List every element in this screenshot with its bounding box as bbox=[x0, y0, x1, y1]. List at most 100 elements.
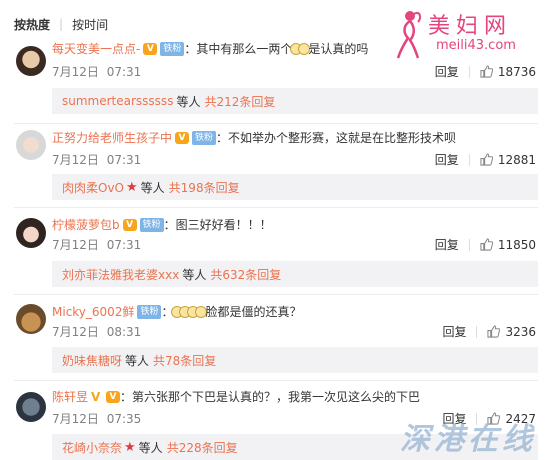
reply-count-link[interactable]: 共632条回复 bbox=[210, 266, 281, 283]
action-divider bbox=[468, 153, 470, 166]
comment-time: 07:31 bbox=[106, 65, 142, 79]
comment-divider bbox=[14, 294, 538, 295]
star-badge-icon: ★ bbox=[126, 179, 138, 195]
watermark-site-name: 美妇网 bbox=[428, 14, 513, 39]
verified-v-icon: V bbox=[91, 389, 101, 404]
like-count: 3236 bbox=[505, 324, 536, 339]
comment-date: 7月12日 bbox=[52, 412, 99, 426]
comment-date: 7月12日 bbox=[52, 153, 99, 167]
vip-badge-icon: V bbox=[143, 42, 158, 55]
like-button[interactable]: 12881 bbox=[480, 153, 536, 167]
star-badge-icon: ★ bbox=[124, 439, 136, 455]
comment-text: ：第六张那个下巴是认真的？，我第一次见这么尖的下巴 bbox=[120, 390, 421, 404]
reply-username[interactable]: summertearssssss bbox=[62, 94, 173, 108]
reply-etc-label: 等人 bbox=[176, 94, 201, 109]
reply-username[interactable]: 花崎小奈奈 bbox=[62, 439, 122, 456]
comment-time: 08:31 bbox=[106, 325, 142, 339]
comment-text: ：图三好好看！！！ bbox=[163, 218, 272, 232]
thumbs-up-icon bbox=[480, 65, 493, 78]
comment-username[interactable]: Micky_6002鲜 bbox=[52, 303, 134, 320]
reply-summary: 肉肉柔OvO ★ 等人 共198条回复 bbox=[52, 174, 538, 200]
sort-by-hot-tab[interactable]: 按热度 bbox=[14, 16, 50, 33]
comment-divider bbox=[14, 380, 538, 381]
watermark-site-url: meili43.com bbox=[436, 38, 516, 53]
fan-badge: 铁粉 bbox=[192, 130, 217, 145]
thumbs-up-icon bbox=[480, 238, 493, 251]
comment-timestamp: 7月12日 08:31 bbox=[52, 323, 141, 340]
reply-etc-label: 等人 bbox=[125, 353, 150, 368]
like-button[interactable]: 18736 bbox=[480, 65, 536, 79]
comment-actions: 回复 11850 bbox=[435, 236, 536, 253]
comment-actions: 回复 18736 bbox=[435, 63, 536, 80]
comment-username[interactable]: 柠檬菠萝包b bbox=[52, 216, 120, 233]
comment-actions: 回复 12881 bbox=[435, 151, 536, 168]
woman-silhouette-icon bbox=[396, 11, 422, 59]
vip-badge-icon: V bbox=[175, 131, 190, 144]
reply-button[interactable]: 回复 bbox=[435, 151, 459, 168]
vip-badge-icon: V bbox=[106, 390, 121, 403]
comment-date: 7月12日 bbox=[52, 65, 99, 79]
comment-timestamp: 7月12日 07:31 bbox=[52, 236, 141, 253]
comment-time: 07:31 bbox=[106, 153, 142, 167]
comment-timestamp: 7月12日 07:35 bbox=[52, 410, 141, 427]
reply-button[interactable]: 回复 bbox=[435, 236, 459, 253]
comment-body: 柠檬菠萝包b V 铁粉 ：图三好好看！！！ bbox=[52, 216, 272, 233]
comment-timestamp: 7月12日 07:31 bbox=[52, 63, 141, 80]
comment-username[interactable]: 陈轩昱 bbox=[52, 388, 88, 405]
thumbs-up-icon bbox=[487, 325, 501, 338]
comment-date: 7月12日 bbox=[52, 238, 99, 252]
comment-body: 正努力给老师生孩子中 V 铁粉 ：不如举办个整形赛，这就是在比整形技术呗 bbox=[52, 129, 456, 146]
comment-text: ：其中有那么一两个 bbox=[184, 42, 293, 56]
comment-timestamp: 7月12日 07:31 bbox=[52, 151, 141, 168]
like-count: 12881 bbox=[497, 152, 536, 167]
comment-time: 07:31 bbox=[106, 238, 142, 252]
comment-divider bbox=[14, 123, 538, 124]
sort-divider: | bbox=[59, 17, 64, 31]
like-button[interactable]: 3236 bbox=[487, 325, 536, 339]
reply-etc-label: 等人 bbox=[182, 267, 207, 282]
reply-username[interactable]: 奶味焦糖呀 bbox=[62, 352, 122, 369]
action-divider bbox=[468, 65, 470, 78]
avatar[interactable] bbox=[16, 392, 46, 422]
fan-badge: 铁粉 bbox=[139, 217, 164, 232]
bottom-watermark: 深港在线 bbox=[400, 422, 536, 457]
comment-actions: 回复 3236 bbox=[442, 323, 536, 340]
comment-username[interactable]: 正努力给老师生孩子中 bbox=[52, 129, 172, 146]
comment-body: Micky_6002鲜 铁粉 ： 脸都是僵的还真？ bbox=[52, 303, 302, 320]
comment-text: ：不如举办个整形赛，这就是在比整形技术呗 bbox=[216, 131, 457, 145]
reply-count-link[interactable]: 共212条回复 bbox=[204, 93, 275, 110]
like-count: 18736 bbox=[497, 64, 536, 79]
comment-text-tail: 是认真的吗 bbox=[308, 42, 369, 56]
fan-badge: 铁粉 bbox=[160, 41, 185, 56]
comment-username[interactable]: 每天变美一点点- bbox=[52, 40, 140, 57]
avatar[interactable] bbox=[16, 304, 46, 334]
sort-by-time-tab[interactable]: 按时间 bbox=[72, 16, 108, 33]
avatar[interactable] bbox=[16, 130, 46, 160]
reply-button[interactable]: 回复 bbox=[435, 63, 459, 80]
reply-etc-label: 等人 bbox=[140, 180, 165, 195]
reply-username[interactable]: 刘亦菲法雅我老婆xxx bbox=[62, 266, 179, 283]
reply-count-link[interactable]: 共78条回复 bbox=[153, 352, 216, 369]
reply-count-link[interactable]: 共198条回复 bbox=[169, 179, 240, 196]
fan-badge: 铁粉 bbox=[137, 304, 162, 319]
reply-username[interactable]: 肉肉柔OvO bbox=[62, 179, 124, 196]
avatar[interactable] bbox=[16, 218, 46, 248]
comment-time: 07:35 bbox=[106, 412, 142, 426]
like-button[interactable]: 11850 bbox=[480, 238, 536, 252]
avatar[interactable] bbox=[16, 46, 46, 76]
like-count: 11850 bbox=[497, 237, 536, 252]
thumbs-up-icon bbox=[480, 153, 493, 166]
comment-text-tail: 脸都是僵的还真？ bbox=[205, 305, 302, 319]
site-watermark-logo: 美妇网 meili43.com bbox=[384, 4, 544, 60]
comment-divider bbox=[14, 207, 538, 208]
reply-etc-label: 等人 bbox=[138, 440, 163, 455]
action-divider bbox=[468, 238, 470, 251]
sort-bar: 按热度 | 按时间 bbox=[14, 14, 108, 34]
reply-summary: summertearssssss 等人 共212条回复 bbox=[52, 88, 538, 114]
reply-count-link[interactable]: 共228条回复 bbox=[167, 439, 238, 456]
vip-badge-icon: V bbox=[122, 218, 137, 231]
comment-body: 陈轩昱 V V ：第六张那个下巴是认真的？，我第一次见这么尖的下巴 bbox=[52, 388, 420, 405]
action-divider bbox=[476, 325, 478, 338]
reply-button[interactable]: 回复 bbox=[442, 323, 466, 340]
reply-summary: 刘亦菲法雅我老婆xxx 等人 共632条回复 bbox=[52, 261, 538, 287]
